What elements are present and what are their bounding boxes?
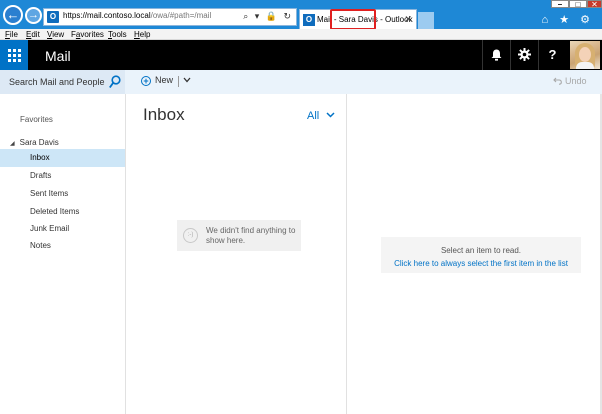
new-label: New xyxy=(155,75,174,85)
help-button[interactable]: ? xyxy=(538,40,566,70)
address-url[interactable]: https://mail.contoso.local/owa/#path=/ma… xyxy=(63,11,211,20)
tab-title-highlight xyxy=(330,9,376,30)
empty-list-text: We didn't find anything to show here. xyxy=(206,226,296,245)
window-close-button[interactable]: ✕ xyxy=(587,0,602,9)
menu-file-rest: ile xyxy=(9,30,18,39)
folder-deleted-items[interactable]: Deleted Items xyxy=(0,203,125,221)
pane-divider-left[interactable] xyxy=(125,94,126,414)
browser-titlebar: ← → O https://mail.contoso.local/owa/#pa… xyxy=(0,0,602,29)
menu-tools-rest: ools xyxy=(112,30,127,39)
search-icon[interactable] xyxy=(109,75,121,89)
undo-label: Undo xyxy=(565,76,587,86)
menu-view-rest: iew xyxy=(52,30,65,39)
search-box[interactable]: Search Mail and People xyxy=(0,70,125,94)
select-first-item-link[interactable]: Click here to always select the first it… xyxy=(381,259,581,268)
folder-inbox[interactable]: Inbox xyxy=(0,149,125,167)
reading-pane-placeholder: Select an item to read. Click here to al… xyxy=(381,237,581,273)
reading-pane-message: Select an item to read. xyxy=(440,246,522,255)
menu-tools[interactable]: Tools xyxy=(108,30,127,39)
command-bar: Search Mail and People + New Undo xyxy=(0,70,602,94)
menu-help-rest: elp xyxy=(139,30,151,39)
menu-favorites[interactable]: Favorites xyxy=(71,30,104,39)
account-name: Sara Davis xyxy=(19,138,59,147)
folder-notes[interactable]: Notes xyxy=(0,237,125,255)
window-maximize-button[interactable]: □ xyxy=(569,0,587,9)
folder-drafts[interactable]: Drafts xyxy=(0,167,125,185)
gear-icon xyxy=(518,48,531,61)
app-title: Mail xyxy=(45,48,71,64)
app-launcher-waffle-icon[interactable] xyxy=(0,40,28,70)
chevron-down-icon xyxy=(326,112,335,118)
filter-label: All xyxy=(307,110,320,122)
plus-icon: + xyxy=(141,76,151,86)
menu-favorites-rest: vorites xyxy=(80,30,104,39)
outlook-favicon-icon: O xyxy=(47,11,59,23)
avatar-face xyxy=(579,47,591,62)
undo-icon xyxy=(553,77,562,85)
back-button[interactable]: ← xyxy=(3,5,23,25)
account-node[interactable]: ◢ Sara Davis xyxy=(10,138,59,147)
home-favorites-settings-icon[interactable]: ⌂ ★ ⚙ xyxy=(542,13,594,26)
new-options-chevron-down-icon[interactable] xyxy=(183,75,191,85)
menu-edit-rest: dit xyxy=(31,30,40,39)
settings-button[interactable] xyxy=(510,40,538,70)
menu-help[interactable]: Help xyxy=(134,30,150,39)
notifications-button[interactable] xyxy=(482,40,510,70)
undo-button[interactable]: Undo xyxy=(553,76,587,86)
search-input[interactable]: Search Mail and People xyxy=(9,77,105,87)
browser-menubar: File Edit View Favorites Tools Help xyxy=(0,29,602,40)
address-actions-icon[interactable]: ⌕ ▾ 🔒 ↻ xyxy=(243,11,293,22)
avatar-body xyxy=(576,62,594,69)
new-separator xyxy=(178,76,179,87)
new-mail-button[interactable]: + New xyxy=(141,75,173,86)
folder-sent-items[interactable]: Sent Items xyxy=(0,185,125,203)
window-minimize-button[interactable]: – xyxy=(551,0,569,9)
pane-divider-right[interactable] xyxy=(346,94,347,414)
folder-pane: Favorites ◢ Sara Davis Inbox Drafts Sent … xyxy=(0,94,125,414)
new-tab-button[interactable] xyxy=(418,12,434,29)
url-path: /owa/#path=/mail xyxy=(150,11,212,20)
filter-dropdown[interactable]: All xyxy=(307,110,335,122)
menu-view[interactable]: View xyxy=(47,30,64,39)
tab-close-icon[interactable]: ✕ xyxy=(404,14,412,25)
favorites-heading[interactable]: Favorites xyxy=(20,115,53,124)
folder-junk-email[interactable]: Junk Email xyxy=(0,220,125,238)
forward-button[interactable]: → xyxy=(25,7,42,24)
collapse-triangle-icon[interactable]: ◢ xyxy=(10,141,15,147)
user-avatar[interactable] xyxy=(570,41,600,69)
bell-icon xyxy=(491,49,502,61)
folder-title: Inbox xyxy=(143,105,185,124)
url-host: https://mail.contoso.local xyxy=(63,11,151,20)
menu-edit[interactable]: Edit xyxy=(26,30,40,39)
app-header: Mail ? xyxy=(0,40,602,70)
menu-file[interactable]: File xyxy=(5,30,18,39)
smiley-face-icon: :-) xyxy=(183,228,198,243)
address-bar[interactable]: O https://mail.contoso.local/owa/#path=/… xyxy=(43,8,297,26)
outlook-tab-icon: O xyxy=(303,14,315,26)
empty-list-message: :-) We didn't find anything to show here… xyxy=(177,220,301,251)
